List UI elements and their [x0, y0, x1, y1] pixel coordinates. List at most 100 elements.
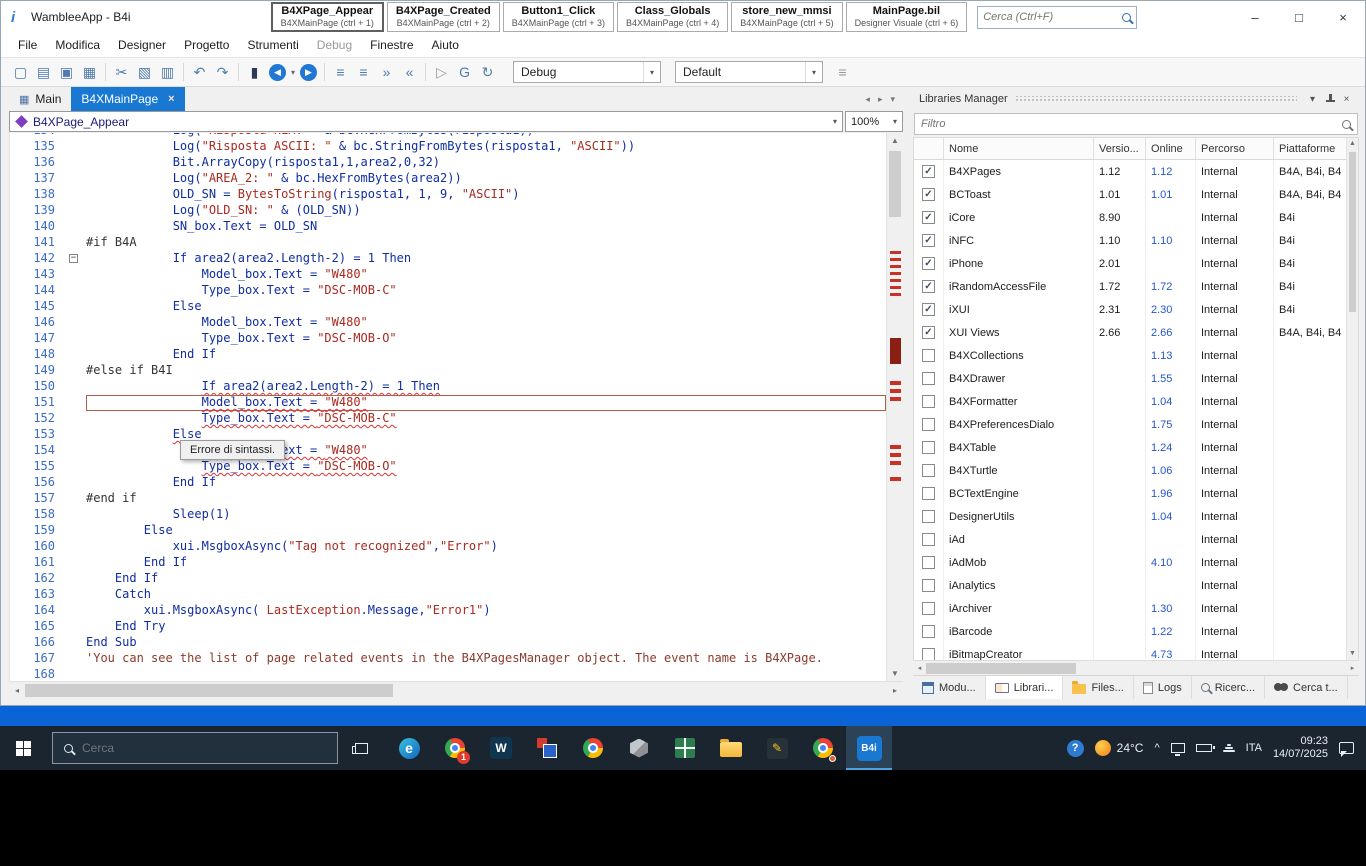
code-line-155[interactable]: 155 Type_box.Text = "DSC-MOB-O"	[10, 459, 886, 475]
taskbar-search-input[interactable]	[82, 741, 326, 755]
battery-icon[interactable]	[1195, 744, 1215, 752]
task-view-button[interactable]	[344, 726, 378, 770]
library-checkbox[interactable]: ✓	[922, 165, 935, 178]
filter-input[interactable]	[921, 118, 1342, 130]
code-line-153[interactable]: 153 Else	[10, 427, 886, 443]
code-line-137[interactable]: 137 Log("AREA_2: " & bc.HexFromBytes(are…	[10, 171, 886, 187]
code-line-165[interactable]: 165 End Try	[10, 619, 886, 635]
shortcut-tab-3[interactable]: Button1_Click B4XMainPage (ctrl + 3)	[502, 2, 614, 32]
editor-vertical-scrollbar[interactable]: ▲ ▼	[886, 133, 903, 681]
code-line-160[interactable]: 160 xui.MsgboxAsync("Tag not recognized"…	[10, 539, 886, 555]
scroll-right-icon[interactable]: ▸	[887, 686, 903, 695]
shortcut-tab-2[interactable]: B4XPage_Created B4XMainPage (ctrl + 2)	[386, 2, 500, 32]
library-checkbox[interactable]	[922, 648, 935, 660]
taskbar-search-box[interactable]	[52, 732, 338, 764]
close-tab-icon[interactable]: ×	[168, 93, 174, 105]
code-line-139[interactable]: 139 Log("OLD_SN: " & (OLD_SN))	[10, 203, 886, 219]
code-line-157[interactable]: 157 #end if	[10, 491, 886, 507]
library-checkbox[interactable]: ✓	[922, 257, 935, 270]
library-row-infc[interactable]: ✓ iNFC 1.10 1.10 Internal B4i	[914, 229, 1358, 252]
extra-tool-icon[interactable]: ≡	[831, 61, 854, 83]
scroll-left-icon[interactable]: ◂	[913, 662, 926, 675]
code-line-161[interactable]: 161 End If	[10, 555, 886, 571]
quick-search-input[interactable]	[983, 11, 1123, 23]
library-row-bctoast[interactable]: ✓ BCToast 1.01 1.01 Internal B4A, B4i, B4	[914, 183, 1358, 206]
code-line-150[interactable]: 150 If area2(area2.Length-2) = 1 Then	[10, 379, 886, 395]
code-line-143[interactable]: 143 Model_box.Text = "W480"	[10, 267, 886, 283]
run-icon[interactable]: ▷	[430, 61, 453, 83]
copy-icon[interactable]: ▧	[133, 61, 156, 83]
comment-icon[interactable]: ≡	[329, 61, 352, 83]
library-checkbox[interactable]	[922, 487, 935, 500]
library-checkbox[interactable]: ✓	[922, 234, 935, 247]
rebuild-icon[interactable]: ↻	[476, 61, 499, 83]
library-row-iarchiver[interactable]: iArchiver 1.30 Internal	[914, 597, 1358, 620]
library-row-icore[interactable]: ✓ iCore 8.90 Internal B4i	[914, 206, 1358, 229]
w-app-icon[interactable]: W	[478, 726, 524, 770]
library-checkbox[interactable]	[922, 349, 935, 362]
library-row-ianalytics[interactable]: iAnalytics Internal	[914, 574, 1358, 597]
library-row-xui-views[interactable]: ✓ XUI Views 2.66 2.66 Internal B4A, B4i, B4	[914, 321, 1358, 344]
code-editor[interactable]: 134 Log("Risposta HEX: " & bc.HexFromByt…	[9, 133, 903, 681]
code-line-168[interactable]: 168	[10, 667, 886, 681]
cl0ck[interactable]: 09:23 14/07/2025	[1273, 735, 1328, 761]
column-header-ver[interactable]: Versio...	[1094, 138, 1146, 159]
save-icon[interactable]: ▣	[55, 61, 78, 83]
code-line-147[interactable]: 147 Type_box.Text = "DSC-MOB-O"	[10, 331, 886, 347]
library-checkbox[interactable]: ✓	[922, 211, 935, 224]
library-row-ibitmapcreator[interactable]: iBitmapCreator 4.73 Internal	[914, 643, 1358, 660]
scroll-up-icon[interactable]: ▲	[1347, 138, 1358, 150]
open-project-icon[interactable]: ▤	[32, 61, 55, 83]
library-checkbox[interactable]	[922, 372, 935, 385]
library-checkbox[interactable]	[922, 464, 935, 477]
uncomment-icon[interactable]: ≡	[352, 61, 375, 83]
menu-strumenti[interactable]: Strumenti	[238, 35, 307, 55]
library-checkbox[interactable]: ✓	[922, 280, 935, 293]
scroll-left-icon[interactable]: ◂	[9, 686, 25, 695]
language-indicator[interactable]: ITA	[1246, 742, 1262, 754]
maximize-button[interactable]: □	[1277, 1, 1321, 33]
library-row-b4xtable[interactable]: B4XTable 1.24 Internal	[914, 436, 1358, 459]
menu-aiuto[interactable]: Aiuto	[423, 35, 468, 55]
undo-icon[interactable]: ↶	[188, 61, 211, 83]
display-icon[interactable]	[1170, 743, 1185, 756]
start-button[interactable]	[0, 726, 46, 770]
library-checkbox[interactable]: ✓	[922, 188, 935, 201]
designer-app-icon[interactable]	[524, 726, 570, 770]
code-line-163[interactable]: 163 Catch	[10, 587, 886, 603]
code-line-156[interactable]: 156 End If	[10, 475, 886, 491]
library-row-bctextengine[interactable]: BCTextEngine 1.96 Internal	[914, 482, 1358, 505]
navigate-forward-icon[interactable]: ▶	[300, 63, 318, 81]
generate-members-icon[interactable]: G	[453, 61, 476, 83]
code-line-152[interactable]: 152 Type_box.Text = "DSC-MOB-C"	[10, 411, 886, 427]
filter-box[interactable]	[914, 113, 1358, 135]
dock-tab-librari[interactable]: Librari...	[985, 676, 1064, 699]
close-button[interactable]: ×	[1321, 1, 1365, 33]
weather-widget[interactable]: 24°C	[1094, 740, 1143, 756]
library-checkbox[interactable]: ✓	[922, 303, 935, 316]
chrome-icon[interactable]: 1	[432, 726, 478, 770]
code-line-164[interactable]: 164 xui.MsgboxAsync( LastException.Messa…	[10, 603, 886, 619]
notification-center-icon[interactable]	[1339, 742, 1354, 757]
scroll-tabs-right-icon[interactable]: ▸	[878, 94, 883, 105]
library-checkbox[interactable]: ✓	[922, 326, 935, 339]
column-header-online[interactable]: Online	[1146, 138, 1196, 159]
dock-tab-logs[interactable]: Logs	[1134, 676, 1192, 699]
menu-designer[interactable]: Designer	[109, 35, 175, 55]
package-app-icon[interactable]	[616, 726, 662, 770]
library-row-irandomaccessfile[interactable]: ✓ iRandomAccessFile 1.72 1.72 Internal B4i	[914, 275, 1358, 298]
splitter[interactable]	[903, 87, 913, 705]
scroll-down-icon[interactable]: ▼	[1347, 648, 1358, 660]
library-checkbox[interactable]	[922, 510, 935, 523]
scrollbar-thumb[interactable]	[25, 684, 393, 697]
table-vertical-scrollbar[interactable]: ▲ ▼	[1346, 138, 1358, 660]
menu-debug[interactable]: Debug	[308, 35, 361, 55]
library-checkbox[interactable]	[922, 556, 935, 569]
dock-tab-cercat[interactable]: Cerca t...	[1265, 676, 1348, 699]
paste-icon[interactable]: ▥	[156, 61, 179, 83]
wifi-icon[interactable]	[1222, 744, 1235, 752]
close-panel-icon[interactable]: ×	[1338, 91, 1355, 108]
code-line-159[interactable]: 159 Else	[10, 523, 886, 539]
code-line-167[interactable]: 167 'You can see the list of page related…	[10, 651, 886, 667]
scrollbar-thumb[interactable]	[889, 151, 901, 217]
